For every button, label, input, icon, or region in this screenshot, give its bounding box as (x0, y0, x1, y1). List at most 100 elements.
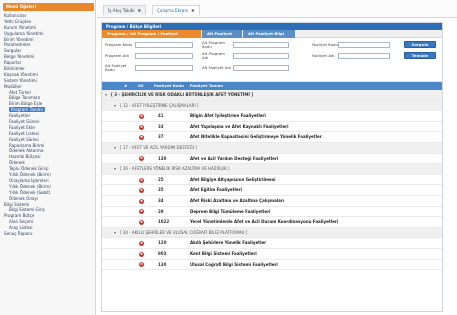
table-row[interactable]: ✖ 25 Afet Bilgiye Altyapısının Geliştirilm… (102, 175, 442, 186)
sidebar-item-label: Faaliyet Süresi (9, 136, 39, 142)
activity-code-input[interactable] (338, 42, 390, 48)
table-row[interactable]: ✖ 803 Kent Bilgi Sistemi Faaliyetleri (102, 249, 442, 260)
delete-icon[interactable]: ✖ (139, 177, 144, 183)
delete-icon[interactable]: ✖ (139, 124, 144, 130)
delete-icon[interactable]: ✖ (139, 156, 144, 162)
activity-name-input[interactable] (338, 53, 390, 59)
sidebar-item-sonuc-raporu[interactable]: Sonuç Raporu (0, 231, 95, 237)
group-row[interactable]: ▾ [ 17 - AFET VE ACİL YARDIM DESTEĞİ ] (102, 142, 442, 154)
table-row[interactable]: ✖ 35 Afet Eğitim Faaliyetleri (102, 185, 442, 196)
sidebar-item-label: Afet Türleri (9, 89, 32, 95)
activity-code-cell: 25 (158, 176, 164, 182)
collapse-icon[interactable]: ▾ (105, 90, 107, 101)
delete-icon[interactable]: ✖ (139, 219, 144, 225)
collapse-icon[interactable]: ▾ (114, 101, 116, 112)
delete-icon[interactable]: ✖ (139, 262, 144, 268)
program-panel: Program / Bütçe Bilgileri Program / Alt … (101, 22, 443, 312)
sidebar-item-label: Toplu Ödenek Girişi (9, 166, 49, 172)
table-row[interactable]: ✖ 41 Bilgin Afet İyileştirme Faaliyetleri (102, 111, 442, 122)
activity-name-cell: Akıllı Şehirlere Yönelik Faaliyetler (190, 240, 267, 246)
sub-program-name-input[interactable] (233, 53, 289, 59)
subtab-alt-faaliyet[interactable]: Alt Faaliyet (202, 30, 242, 38)
delete-icon[interactable]: ✖ (139, 135, 144, 141)
activity-code-cell: 130 (158, 155, 167, 161)
subtab-alt-faaliyet-bilgi[interactable]: Alt Faaliyet Bilgi (243, 30, 295, 38)
activity-name-cell: Afet ve Acil Yardım Desteği Faaliyetleri (190, 155, 279, 161)
table-row[interactable]: ✖ 130 Afet ve Acil Yardım Desteği Faaliyet… (102, 154, 442, 165)
sidebar-item-label: Onaylama İşlemleri (9, 177, 49, 183)
sidebar-item-label: Ödenek Aktarma (9, 148, 44, 154)
table-row[interactable]: ✖ 1022 Yerel Yönetimlerde Afet ve Acil Dur… (102, 217, 442, 228)
table-row[interactable]: ✖ 34 Afet Riski Azaltma ve Azaltma Çalışma… (102, 196, 442, 207)
sidebar-item-label: Hazırlık Bütçesi (9, 154, 41, 160)
tab-workscreen[interactable]: Çalışma Ekranı ✖ (152, 5, 200, 15)
program-name-input[interactable] (135, 53, 193, 59)
delete-icon[interactable]: ✖ (139, 209, 144, 215)
group-label: [ 26 - AFETLERE YÖNELİK RİSK AZALTMA VE … (120, 166, 230, 172)
sidebar-item-label: Kurum Yönetimi (4, 24, 37, 30)
sub-activity-code-input[interactable] (135, 65, 193, 71)
group-row[interactable]: ▾ [ 26 - AFETLERE YÖNELİK RİSK AZALTMA VE… (102, 164, 442, 175)
activity-name-cell: Afet Bilgiye Altyapısının Geliştirilmesi (190, 176, 276, 182)
activity-name-cell: Bilgin Afet İyileştirme Faaliyetleri (190, 113, 266, 119)
sidebar-item-label: Yıllık Ödenek (Birim) (9, 172, 51, 178)
collapse-icon[interactable]: ▾ (114, 228, 116, 239)
sidebar-item-label: Faaliyetler (9, 113, 31, 119)
collapse-icon[interactable]: ▾ (114, 164, 116, 175)
close-icon[interactable]: ✖ (191, 8, 195, 13)
field-label: Alt Program Kodu (202, 40, 225, 50)
search-button[interactable]: Sorgula (404, 41, 436, 48)
sidebar-item-label: Sistem Yönetimi (4, 77, 37, 83)
column-header[interactable]: Faaliyet Tanımı (190, 82, 223, 90)
delete-icon[interactable]: ✖ (139, 251, 144, 257)
tab-bar: İş Akış Takibi ✖ Çalışma Ekranı ✖ (97, 0, 457, 18)
field-label: Alt Faaliyet Kodu (105, 63, 127, 73)
sub-activity-name-input[interactable] (233, 65, 289, 71)
sidebar-item-label: Parametreler (4, 42, 31, 48)
activity-name-cell: Afet Eğitim Faaliyetleri (190, 187, 242, 193)
activity-code-cell: 29 (158, 208, 164, 214)
sidebar-item-label: Faaliyet Ekle (9, 124, 35, 130)
table-row[interactable]: ✖ 130 Ulusal Coğrafi Bilgi Sistemi Faaliye… (102, 260, 442, 271)
sidebar-menu: Kullanıcılar Yetki Grupları Kurum Yönetimi… (0, 13, 95, 237)
clear-button[interactable]: Temizle (404, 52, 436, 59)
sidebar-item-label: Faaliyet Görevi (9, 119, 40, 125)
close-icon[interactable]: ✖ (138, 8, 142, 13)
group-row[interactable]: ▾ [ 12 - AFET İYİLEŞTİRME ÇALIŞMALARI ] (102, 100, 442, 112)
delete-icon[interactable]: ✖ (139, 188, 144, 194)
delete-icon[interactable]: ✖ (139, 113, 144, 119)
program-code-input[interactable] (135, 42, 193, 48)
collapse-icon[interactable]: ▾ (114, 143, 116, 154)
table-row[interactable]: ✖ 120 Akıllı Şehirlere Yönelik Faaliyetler (102, 238, 442, 249)
sidebar-item-label: Program Tanımı (9, 107, 45, 113)
table-row[interactable]: ✖ 37 Afet Nitelikle Kapasitesini Geliştirm… (102, 132, 442, 143)
group-row[interactable]: ▾ [ 3 - ŞEHİRCİLİK VE RİSK ODAKLI BÜTÜNLE… (102, 90, 442, 101)
sidebar-item-label: Kullanıcılar (4, 13, 27, 18)
delete-icon[interactable]: ✖ (139, 198, 144, 204)
sidebar-item-label: Alan Seçimi (9, 219, 33, 225)
subtab-program[interactable]: Program / Alt Program / Faaliyet (102, 30, 201, 38)
group-row[interactable]: ▾ [ 34 - AKILLI ŞEHİRLER VE ULUSAL COĞRAF… (102, 227, 442, 239)
sidebar-item-label: Belge Yönetimi (4, 54, 35, 60)
delete-icon[interactable]: ✖ (139, 241, 144, 247)
activity-name-cell: Deprem Bilgi Tümüleme Faaliyetleri (190, 208, 271, 214)
sidebar-item-label: Yıllık Ödenek (Sabit) (9, 189, 51, 195)
sub-tabs: Program / Alt Program / Faaliyet Alt Faa… (102, 30, 442, 38)
table-row[interactable]: ✖ 33 Afet Yapılaşma ve Afet Kaynaklı Faali… (102, 122, 442, 133)
sidebar-item-label: Birim Yönetimi (4, 36, 34, 42)
sidebar-item-label: Raporlar (4, 60, 22, 66)
activity-code-cell: 34 (158, 197, 164, 203)
group-label: [ 17 - AFET VE ACİL YARDIM DESTEĞİ ] (120, 144, 197, 150)
column-header[interactable]: Faaliyet Kodu (154, 82, 184, 90)
table-row[interactable]: ✖ 29 Deprem Bilgi Tümüleme Faaliyetleri (102, 207, 442, 218)
sidebar: Menü Öğeleri Kullanıcılar Yetki Grupları K… (0, 0, 96, 315)
field-label: Faaliyet Kodu (312, 42, 338, 47)
sidebar-item-label: Raporlama Birimi (9, 142, 45, 148)
sub-program-code-input[interactable] (233, 42, 289, 48)
sidebar-item-label: Ödenek (9, 160, 25, 166)
sidebar-item-label: Bildirimler (4, 66, 25, 72)
tab-workflow[interactable]: İş Akış Takibi ✖ (103, 5, 147, 15)
grid-body: ▾ [ 3 - ŞEHİRCİLİK VE RİSK ODAKLI BÜTÜNLE… (102, 90, 442, 271)
activity-name-cell: Ulusal Coğrafi Bilgi Sistemi Faaliyetler… (190, 261, 278, 267)
sidebar-item-label: Modüller (4, 83, 22, 89)
